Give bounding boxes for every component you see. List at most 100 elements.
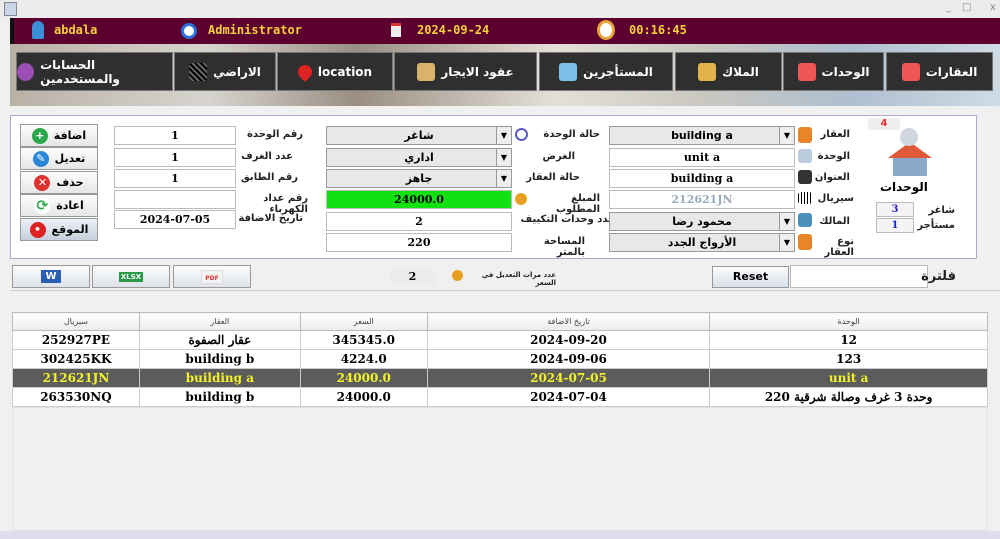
word-icon: W [41, 270, 61, 283]
table-cell[interactable]: 2024-07-05 [426, 368, 711, 388]
table-cell[interactable]: building b [138, 349, 301, 369]
table-cell[interactable]: 24000.0 [299, 387, 428, 407]
column-header[interactable]: سيريال [12, 312, 140, 331]
chevron-down-icon: ▼ [779, 127, 794, 144]
building-icon [798, 127, 812, 143]
table-cell[interactable]: unit a [709, 368, 988, 388]
table-cell[interactable]: building a [138, 368, 301, 388]
nav-lands[interactable]: الاراضي [174, 52, 276, 91]
nav-leases[interactable]: عقود الايجار [394, 52, 537, 91]
add-button[interactable]: + اضافة [20, 124, 98, 147]
nav-tenants[interactable]: المستأجرين [539, 52, 673, 91]
close-button[interactable]: x [990, 2, 996, 13]
ac-units-input[interactable]: 2 [326, 212, 512, 231]
location-pin-icon: • [29, 221, 46, 238]
nav-label: عقود الايجار [441, 64, 514, 79]
eye-icon [181, 23, 197, 39]
window-titlebar: _ □ x [0, 0, 1000, 18]
purpose-select[interactable]: اداري ▼ [326, 148, 512, 167]
table-cell[interactable]: 2024-09-20 [426, 330, 711, 350]
vacant-label: شاغر [928, 205, 955, 216]
current-date: 2024-09-24 [417, 23, 490, 37]
table-cell[interactable]: 2024-09-06 [426, 349, 711, 369]
table-row[interactable]: 252927PE عقار الصفوة 345345.0 2024-09-20 12 [12, 330, 988, 350]
reset-form-button[interactable]: ⟳ اعادة [20, 194, 98, 217]
table-cell[interactable]: 12 [709, 330, 988, 350]
nav-properties[interactable]: العقارات [886, 52, 993, 91]
maximize-button[interactable]: □ [962, 2, 971, 13]
owner-icon [698, 62, 717, 81]
owner-select[interactable]: محمود رضا ▼ [609, 212, 795, 231]
table-cell[interactable]: 123 [709, 349, 988, 369]
unit-icon [798, 149, 812, 163]
table-row[interactable]: 212621JN building a 24000.0 2024-07-05 unit … [12, 368, 988, 388]
rented-count: 1 [876, 218, 914, 233]
nav-owners[interactable]: الملاك [675, 52, 782, 91]
vacant-count: 3 [876, 202, 914, 217]
table-cell[interactable]: building b [138, 387, 301, 407]
owner-icon [798, 213, 812, 227]
minimize-button[interactable]: _ [946, 2, 951, 13]
property-type-select[interactable]: الأرواج الجدد ▼ [609, 233, 795, 252]
purpose-label: الغرض [542, 151, 576, 162]
area-input[interactable]: 220 [326, 233, 512, 252]
address-input[interactable]: building a [609, 169, 795, 188]
building-icon [798, 234, 812, 250]
button-label: تعديل [54, 152, 86, 165]
serial-input[interactable]: 212621JN [609, 190, 795, 209]
unit-number-input[interactable]: 1 [114, 126, 236, 145]
table-cell[interactable]: 4224.0 [299, 349, 428, 369]
table-cell[interactable]: 2024-07-04 [426, 387, 711, 407]
barcode-icon [798, 192, 812, 204]
table-cell[interactable]: 263530NQ [12, 387, 140, 407]
rooms-label: عدد الغرف [241, 151, 293, 162]
table-cell[interactable]: 212621JN [12, 368, 140, 388]
map-icon [798, 170, 812, 184]
username: abdala [54, 23, 98, 37]
table-cell[interactable]: 345345.0 [299, 330, 428, 350]
nav-accounts-users[interactable]: الحسابات والمستخدمين [16, 52, 173, 91]
nav-units[interactable]: الوحدات [783, 52, 884, 91]
edit-button[interactable]: ✎ تعديل [20, 147, 98, 170]
owner-label: المالك [819, 216, 850, 227]
location-button[interactable]: • الموقع [20, 218, 98, 241]
filter-input[interactable] [790, 265, 928, 288]
rooms-input[interactable]: 1 [114, 148, 236, 167]
tenant-icon [559, 62, 578, 81]
unit-input[interactable]: unit a [609, 148, 795, 167]
selected-value: building a [671, 129, 733, 142]
table-cell[interactable]: 24000.0 [299, 368, 428, 388]
x-icon: ✕ [34, 174, 51, 191]
floor-input[interactable]: 1 [114, 169, 236, 188]
property-status-select[interactable]: جاهز ▼ [326, 169, 512, 188]
table-cell[interactable]: عقار الصفوة [138, 330, 301, 350]
table-row[interactable]: 263530NQ building b 24000.0 2024-07-04 وحدة … [12, 387, 988, 407]
column-header[interactable]: العقار [138, 312, 301, 331]
calendar-icon [391, 23, 401, 37]
added-date-input[interactable]: 2024-07-05 [114, 210, 236, 229]
users-icon [17, 62, 35, 81]
amount-input[interactable]: 24000.0 [326, 190, 512, 209]
nav-label: location [317, 64, 373, 79]
pdf-icon: PDF [201, 269, 223, 284]
chevron-down-icon: ▼ [496, 149, 511, 166]
ac-units-label: عدد وحدات التكييف [520, 214, 615, 225]
delete-button[interactable]: ✕ حذف [20, 171, 98, 194]
table-row[interactable]: 302425KK building b 4224.0 2024-09-06 123 [12, 349, 988, 369]
export-word-button[interactable]: W [12, 265, 90, 288]
column-header[interactable]: تاريخ الاضافة [426, 312, 711, 331]
unit-status-select[interactable]: شاغر ▼ [326, 126, 512, 145]
table-cell[interactable]: وحدة 3 غرف وصالة شرقية 220 [709, 387, 988, 407]
electric-meter-input[interactable] [114, 190, 236, 209]
chevron-down-icon: ▼ [779, 234, 794, 251]
column-header[interactable]: السعر [299, 312, 428, 331]
filter-reset-button[interactable]: Reset [712, 266, 789, 288]
nav-location[interactable]: location [277, 52, 393, 91]
property-select[interactable]: building a ▼ [609, 126, 795, 145]
export-excel-button[interactable]: XLSX [92, 265, 170, 288]
table-cell[interactable]: 302425KK [12, 349, 140, 369]
export-pdf-button[interactable]: PDF [173, 265, 251, 288]
column-header[interactable]: الوحدة [709, 312, 988, 331]
nav-label: الاراضي [213, 64, 261, 79]
table-cell[interactable]: 252927PE [12, 330, 140, 350]
